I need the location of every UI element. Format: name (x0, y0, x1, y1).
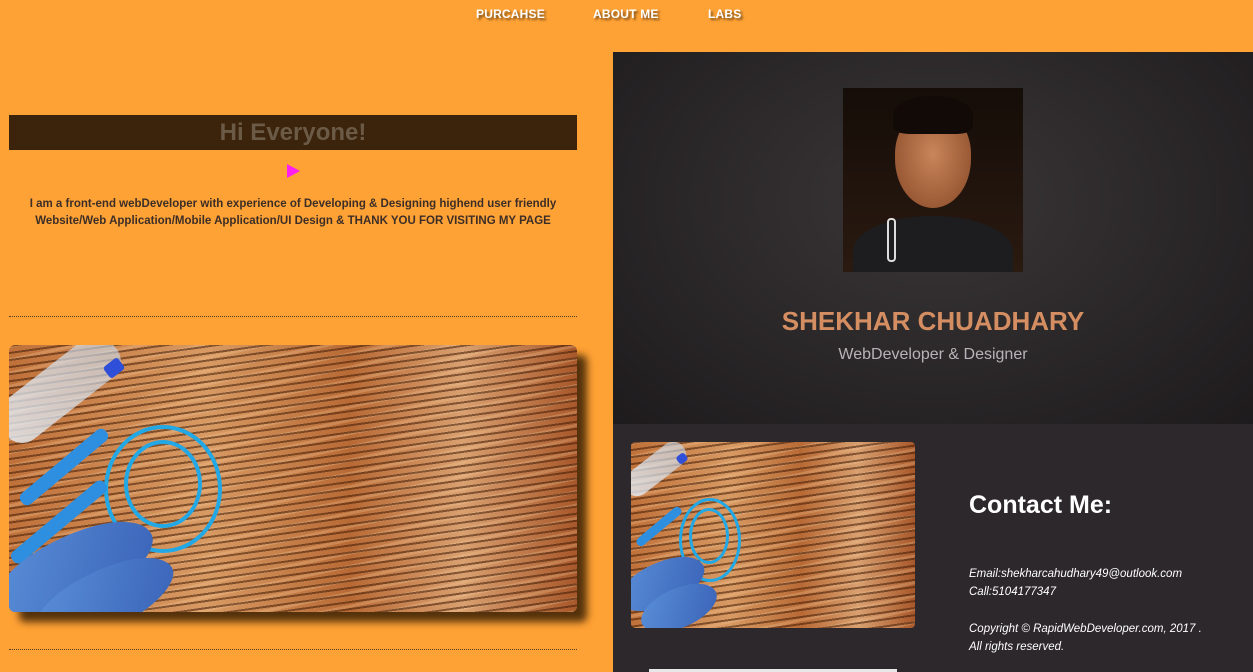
fitness-photo (9, 345, 577, 612)
intro-text: I am a front-end webDeveloper with exper… (9, 196, 577, 230)
rights-text: All rights reserved. (969, 641, 1065, 653)
copyright-text: Copyright © RapidWebDeveloper.com, 2017 … (969, 623, 1202, 635)
profile-name: SHEKHAR CHUADHARY (781, 306, 1085, 336)
play-icon[interactable] (287, 164, 300, 178)
nav-about-me-link[interactable]: ABOUT ME (593, 7, 659, 21)
rope-handle-image (634, 505, 684, 548)
water-bottle-image (631, 442, 692, 502)
nav-purchase-link[interactable]: PURCAHSE (476, 7, 545, 21)
nav-labs-link[interactable]: LABS (708, 7, 741, 21)
avatar (843, 88, 1023, 272)
divider (9, 649, 577, 650)
divider (9, 316, 577, 317)
hero-title: Hi Everyone! (9, 115, 577, 150)
fitness-photo-small (631, 442, 915, 628)
jump-rope-image (124, 440, 202, 528)
profile-role: WebDeveloper & Designer (838, 346, 1028, 363)
profile-panel: SHEKHAR CHUADHARY WebDeveloper & Designe… (613, 52, 1253, 424)
avatar-earphone-cord (887, 218, 896, 262)
contact-phone[interactable]: Call:5104177347 (969, 584, 1056, 601)
avatar-shirt (853, 216, 1013, 272)
avatar-hair (893, 96, 973, 134)
jump-rope-image (689, 508, 729, 564)
intro-line: Website/Web Application/Mobile Applicati… (35, 215, 551, 227)
contact-email[interactable]: Email:shekharcahudhary49@outlook.com (969, 566, 1182, 583)
contact-title: Contact Me: (969, 491, 1113, 519)
top-nav: PURCAHSE ABOUT ME LABS (0, 7, 1253, 23)
intro-line: I am a front-end webDeveloper with exper… (29, 198, 557, 210)
